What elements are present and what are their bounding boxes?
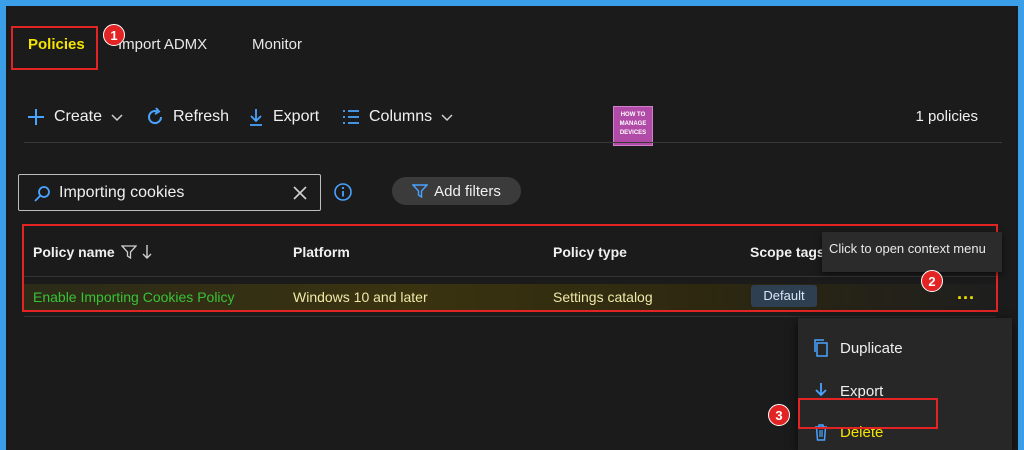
- add-filters-label: Add filters: [434, 182, 501, 200]
- refresh-button[interactable]: Refresh: [145, 106, 229, 128]
- export-label: Export: [273, 108, 320, 125]
- annotation-badge-1: 1: [103, 24, 125, 46]
- tab-monitor[interactable]: Monitor: [252, 36, 302, 53]
- plus-icon: [28, 109, 44, 125]
- annotation-badge-3: 3: [768, 404, 790, 426]
- close-icon[interactable]: [292, 185, 308, 201]
- menu-item-label: Export: [840, 382, 884, 400]
- info-icon[interactable]: [333, 182, 353, 202]
- menu-item-label: Duplicate: [840, 339, 903, 357]
- context-menu: Duplicate Export Delete: [798, 318, 1012, 450]
- download-icon: [250, 109, 262, 126]
- search-icon: [34, 186, 50, 202]
- chevron-down-icon: [441, 114, 453, 122]
- create-label: Create: [54, 108, 103, 125]
- policies-count: 1 policies: [915, 108, 978, 125]
- search-input[interactable]: [59, 175, 279, 210]
- columns-label: Columns: [369, 108, 433, 125]
- chevron-down-icon: [111, 114, 123, 122]
- filter-icon: [412, 184, 429, 198]
- refresh-label: Refresh: [173, 108, 230, 125]
- columns-icon: [343, 110, 359, 124]
- policies-panel: Policies Import ADMX Monitor 1 Create Re…: [6, 6, 1018, 450]
- columns-button[interactable]: Columns: [341, 106, 462, 128]
- tooltip: Click to open context menu: [822, 232, 1002, 272]
- annotation-badge-2: 2: [921, 270, 943, 292]
- create-button[interactable]: Create: [26, 106, 132, 128]
- highlight-box-delete: [798, 398, 938, 429]
- logo-line-1: HOW TO: [620, 112, 646, 118]
- highlight-box-policies: [11, 26, 98, 70]
- toolbar-divider: [24, 142, 1002, 143]
- copy-icon: [814, 339, 828, 357]
- add-filters-button[interactable]: Add filters: [392, 177, 521, 205]
- logo-line-3: DEVICES: [619, 130, 647, 136]
- refresh-icon: [148, 107, 163, 125]
- tab-import-admx[interactable]: Import ADMX: [118, 36, 207, 53]
- search-box[interactable]: [18, 174, 321, 211]
- export-button[interactable]: Export: [247, 106, 319, 128]
- logo-line-2: MANAGE: [619, 121, 647, 127]
- row-divider: [24, 316, 996, 317]
- menu-item-duplicate[interactable]: Duplicate: [798, 330, 1012, 366]
- how-to-manage-devices-logo: HOW TO MANAGE DEVICES: [613, 106, 653, 146]
